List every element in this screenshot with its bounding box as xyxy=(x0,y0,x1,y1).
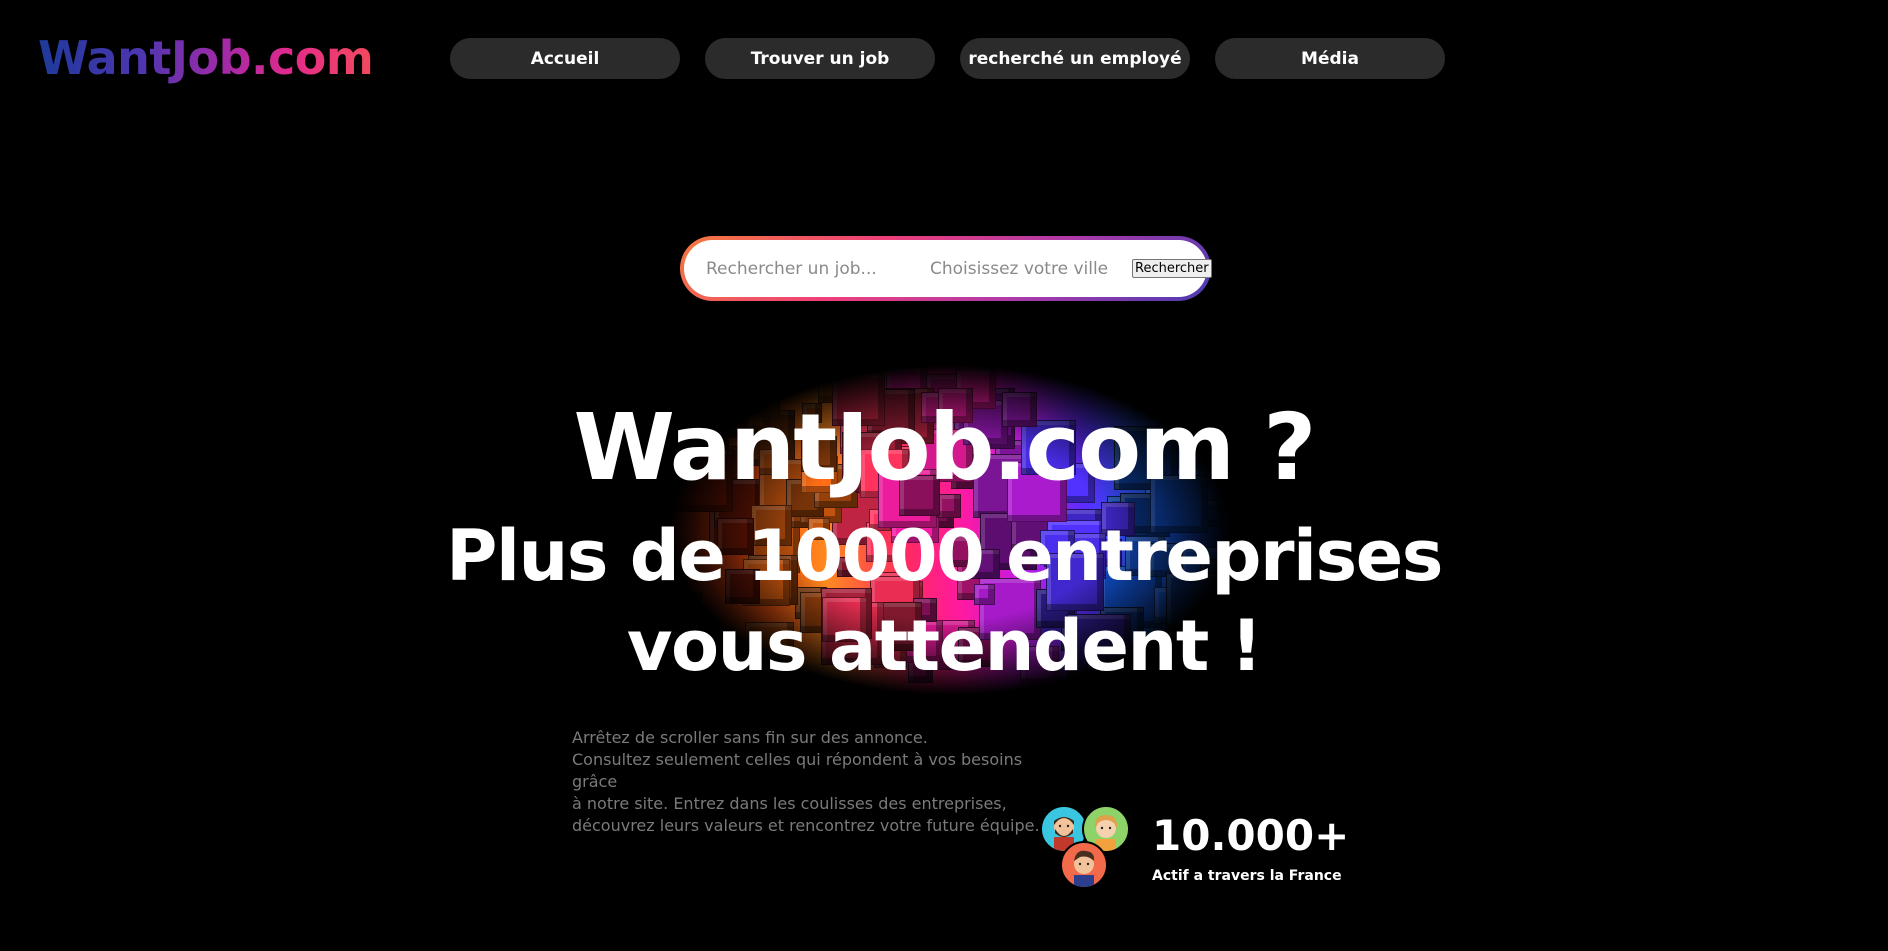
nav-accueil-button[interactable]: Accueil xyxy=(450,38,680,79)
nav-recherche-employe-button[interactable]: recherché un employé xyxy=(960,38,1190,79)
stat-label: Actif a travers la France xyxy=(1152,868,1342,884)
description-line: découvrez leurs valeurs et rencontrez vo… xyxy=(572,816,1040,835)
search-bar: Rechercher xyxy=(680,236,1212,301)
main-nav: Accueil Trouver un job recherché un empl… xyxy=(450,38,1445,79)
hero-title: WantJob.com ? xyxy=(573,394,1317,501)
hero-subtitle-line1: Plus de 10000 entreprises xyxy=(446,515,1443,597)
logo[interactable]: WantJob.com xyxy=(38,28,374,88)
job-search-input[interactable] xyxy=(704,257,908,280)
user-avatars xyxy=(1040,805,1132,889)
description-line: Arrêtez de scroller sans fin sur des ann… xyxy=(572,728,928,747)
stat-number: 10.000+ xyxy=(1152,811,1350,860)
search-bar-inner: Rechercher xyxy=(684,240,1212,297)
description-text: Arrêtez de scroller sans fin sur des ann… xyxy=(572,727,1052,837)
young-man-avatar-icon xyxy=(1062,843,1106,887)
search-button[interactable]: Rechercher xyxy=(1132,259,1212,278)
nav-media-button[interactable]: Média xyxy=(1215,38,1445,79)
nav-trouver-job-button[interactable]: Trouver un job xyxy=(705,38,935,79)
description-line: à notre site. Entrez dans les coulisses … xyxy=(572,794,1007,813)
avatar xyxy=(1060,841,1108,889)
hero-subtitle: Plus de 10000 entreprises vous attendent… xyxy=(0,511,1888,691)
city-search-input[interactable] xyxy=(928,257,1132,280)
page: WantJob.com Accueil Trouver un job reche… xyxy=(0,0,1888,951)
description-line: Consultez seulement celles qui répondent… xyxy=(572,750,1023,791)
hero-subtitle-line2: vous attendent ! xyxy=(626,605,1263,687)
